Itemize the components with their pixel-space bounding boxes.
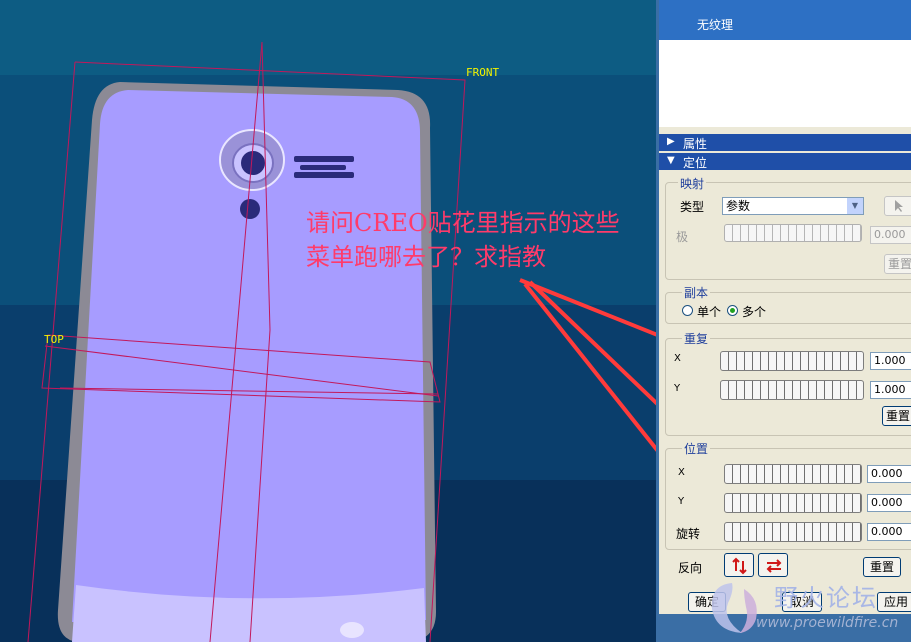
position-group-title: 位置	[682, 440, 711, 457]
camera-lens	[241, 151, 265, 175]
question-annotation-line1: 请问CREO贴花里指示的这些	[306, 209, 620, 237]
forum-watermark: 野火论坛 www.proewildfire.cn	[700, 575, 911, 642]
cursor-select-icon	[895, 200, 903, 212]
type-select-value: 参数	[726, 199, 751, 213]
question-annotation-line2: 菜单跑哪去了？求指教	[306, 243, 546, 271]
model-viewport[interactable]: FRONT TOP 请问CREO贴花里指示的这些 菜单跑哪去了？求指教	[0, 0, 660, 642]
flash-dot	[240, 199, 260, 219]
pole-label: 极	[676, 230, 689, 244]
top-plane-label: TOP	[44, 333, 64, 346]
front-plane-label: FRONT	[466, 66, 500, 79]
dropdown-arrow-icon: ▼	[847, 198, 863, 214]
repeat-group-title: 重复	[682, 330, 711, 347]
flip-horizontal-icon	[766, 559, 782, 573]
position-y-label: Y	[678, 496, 685, 507]
flip-label: 反向	[678, 561, 703, 575]
position-x-label: X	[678, 467, 685, 478]
watermark-title: 野火论坛	[774, 584, 878, 612]
flip-vertical-icon	[732, 557, 747, 575]
decal-dialog-panel: 无纹理 ▶ 属性 ▼ 定位 映射 类型 参数 ▼ 极 0.000 重置 副本 单…	[656, 0, 911, 642]
pole-value-field[interactable]: 0.000	[870, 226, 911, 244]
chevron-right-icon: ▶	[667, 136, 675, 147]
repeat-x-label: X	[674, 353, 681, 364]
copy-multiple-label: 多个	[742, 305, 767, 319]
repeat-x-field[interactable]: 1.000	[870, 352, 911, 370]
chevron-down-icon: ▼	[667, 155, 675, 166]
select-reference-button[interactable]	[884, 196, 911, 216]
repeat-x-thumbwheel[interactable]	[720, 351, 864, 371]
annotation-arrow-icon	[519, 278, 660, 457]
flip-vertical-button[interactable]	[724, 553, 754, 577]
type-label: 类型	[680, 200, 705, 214]
repeat-y-field[interactable]: 1.000	[870, 381, 911, 399]
position-x-thumbwheel[interactable]	[724, 464, 862, 484]
copy-single-radio[interactable]	[682, 305, 693, 316]
list-item-selected[interactable]: 无纹理	[659, 0, 911, 40]
section-properties-label: 属性	[683, 137, 708, 151]
texture-list[interactable]: 无纹理	[659, 0, 911, 127]
position-y-field[interactable]: 0.000	[867, 494, 911, 512]
section-properties-header[interactable]: ▶ 属性	[659, 134, 911, 151]
repeat-y-label: Y	[674, 383, 681, 394]
position-reset-button[interactable]: 重置	[863, 557, 901, 577]
type-select[interactable]: 参数 ▼	[722, 197, 864, 215]
flip-horizontal-button[interactable]	[758, 553, 788, 577]
position-y-thumbwheel[interactable]	[724, 493, 862, 513]
watermark-url: www.proewildfire.cn	[756, 615, 899, 631]
mapping-reset-button[interactable]: 重置	[884, 254, 911, 274]
list-item-label: 无纹理	[697, 18, 734, 32]
copy-multiple-radio[interactable]	[727, 305, 738, 316]
section-placement-header[interactable]: ▼ 定位	[659, 153, 911, 170]
copy-group-title: 副本	[682, 284, 711, 301]
pole-thumbwheel[interactable]	[724, 224, 862, 242]
section-placement-label: 定位	[683, 156, 708, 170]
repeat-reset-button[interactable]: 重置	[882, 406, 911, 426]
rotate-field[interactable]: 0.000	[867, 523, 911, 541]
repeat-y-thumbwheel[interactable]	[720, 380, 864, 400]
phone-model-render	[27, 41, 660, 642]
copy-single-label: 单个	[697, 305, 722, 319]
rotate-label: 旋转	[676, 527, 701, 541]
rotate-thumbwheel[interactable]	[724, 522, 862, 542]
position-x-field[interactable]: 0.000	[867, 465, 911, 483]
mapping-group-title: 映射	[678, 175, 707, 192]
